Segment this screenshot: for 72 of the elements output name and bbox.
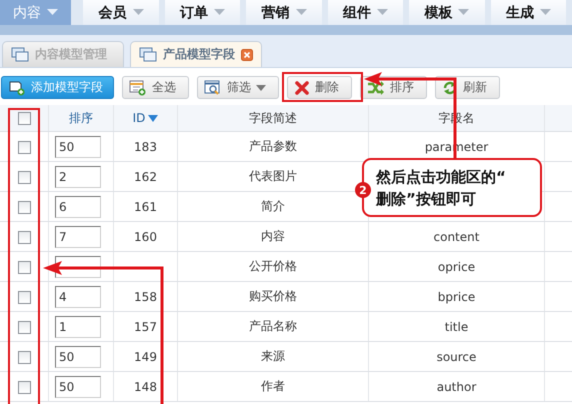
table-cell: 作者 [261,379,285,393]
sort-order-input[interactable]: 2 [55,166,101,188]
checkbox[interactable] [18,112,30,126]
table-cell: title [444,320,468,334]
toolbar-button[interactable]: 全选 [122,76,189,99]
sort-order-input[interactable]: 7 [55,226,101,248]
document-plus-icon [8,80,26,96]
window-icon [11,46,29,62]
table-cell: 161 [134,200,157,214]
window-icon [139,46,157,62]
sort-order-input[interactable]: 4 [55,286,101,308]
caret-icon [47,9,58,16]
nav-menu-item[interactable]: 组件 [328,0,404,25]
tab[interactable]: 产品模型字段 [130,41,262,67]
delete-icon [294,80,310,96]
column-header: 字段简述 [249,110,297,126]
checkbox[interactable] [18,290,30,304]
sort-order-input[interactable]: 1 [55,316,101,338]
nav-menu-item[interactable]: 生成 [490,0,566,25]
sort-down-icon [148,114,158,122]
table-cell: 内容 [261,229,285,243]
table-cell: 162 [134,170,157,184]
nav-menu-item[interactable]: 模板 [409,0,485,25]
sort-order-input[interactable]: 6 [55,196,101,218]
table-cell: 购买价格 [249,289,297,303]
checkbox[interactable] [18,230,30,244]
caret-icon [376,9,388,16]
caret-icon [214,9,226,16]
table-cell: 产品名称 [249,319,297,333]
table-plus-icon [129,80,147,96]
table-cell: source [436,350,476,364]
checkbox[interactable] [18,140,30,154]
checkbox[interactable] [18,320,30,334]
checkbox[interactable] [18,260,30,274]
close-icon[interactable] [241,48,253,60]
table-cell: oprice [438,260,476,274]
caret-icon [540,9,551,16]
callout-text: 然后点击功能区的“ 删除”按钮即可 [376,166,506,210]
toolbar-button[interactable]: 删除 [287,76,352,99]
sort-order-input[interactable]: 50 [55,346,101,368]
step-number: 2 [355,182,371,198]
toolbar-button[interactable]: 筛选 [197,76,279,99]
table-cell: 简介 [261,199,285,213]
nav-menu-item[interactable]: 营销 [246,0,322,25]
nav-menu-item[interactable]: 订单 [164,0,240,25]
table-cell: 代表图片 [249,169,297,183]
sort-order-input[interactable]: 50 [55,376,101,398]
table-cell: 160 [134,230,157,244]
table-cell: author [436,380,476,394]
table-cell: bprice [438,290,476,304]
toolbar-button[interactable]: 刷新 [435,76,500,99]
table-cell: 158 [134,290,157,304]
table-cell: content [434,230,480,244]
table-cell: 公开价格 [249,259,297,273]
caret-icon [458,9,470,16]
shuffle-icon [367,80,385,96]
table-cell: 149 [134,350,157,364]
table-cell: 来源 [261,349,285,363]
sort-order-input[interactable]: 50 [55,136,101,158]
checkbox[interactable] [18,200,30,214]
checkbox[interactable] [18,170,30,184]
window-search-icon [204,80,222,96]
caret-icon [296,9,306,16]
table-cell: 148 [134,380,157,394]
table-cell: 183 [134,140,157,154]
checkbox[interactable] [18,380,30,394]
checkbox[interactable] [18,350,30,364]
table-cell: 产品参数 [249,139,297,153]
caret-icon [256,84,266,90]
caret-icon [132,9,144,16]
nav-menu-item[interactable]: 会员 [83,0,159,25]
table-cell: 157 [134,320,157,334]
